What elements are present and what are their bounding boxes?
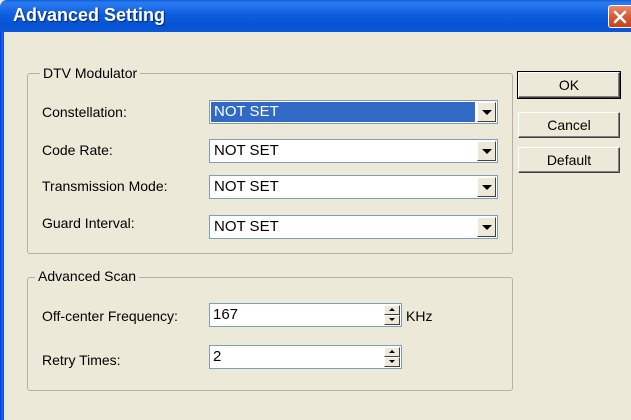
default-button[interactable]: Default bbox=[518, 147, 620, 173]
advanced-scan-legend: Advanced Scan bbox=[35, 268, 140, 284]
window-title: Advanced Setting bbox=[13, 5, 166, 25]
offcenter-frequency-spinner[interactable] bbox=[384, 305, 400, 325]
guard-interval-value: NOT SET bbox=[214, 218, 279, 235]
chevron-down-icon[interactable] bbox=[477, 102, 496, 122]
transmission-mode-label: Transmission Mode: bbox=[42, 178, 168, 194]
offcenter-frequency-unit: KHz bbox=[406, 308, 433, 324]
cancel-button[interactable]: Cancel bbox=[518, 112, 620, 138]
close-button[interactable] bbox=[608, 5, 631, 28]
offcenter-frequency-value: 167 bbox=[213, 306, 239, 323]
advanced-scan-group bbox=[27, 277, 513, 391]
chevron-down-icon[interactable] bbox=[477, 141, 496, 161]
spin-down-icon[interactable] bbox=[384, 357, 400, 367]
spin-up-icon[interactable] bbox=[384, 347, 400, 357]
spin-down-icon[interactable] bbox=[384, 315, 400, 325]
guard-interval-dropdown[interactable]: NOT SET bbox=[209, 215, 498, 239]
transmission-mode-dropdown[interactable]: NOT SET bbox=[209, 175, 498, 199]
constellation-dropdown[interactable]: NOT SET bbox=[209, 100, 498, 124]
dtv-modulator-legend: DTV Modulator bbox=[40, 65, 141, 81]
constellation-value: NOT SET bbox=[211, 102, 475, 122]
chevron-down-icon[interactable] bbox=[477, 177, 496, 197]
spin-up-icon[interactable] bbox=[384, 305, 400, 315]
retry-times-input[interactable]: 2 bbox=[209, 345, 402, 369]
title-bar[interactable]: Advanced Setting bbox=[0, 0, 631, 32]
constellation-label: Constellation: bbox=[42, 104, 127, 120]
ok-button[interactable]: OK bbox=[517, 71, 621, 99]
transmission-mode-value: NOT SET bbox=[214, 178, 279, 195]
code-rate-dropdown[interactable]: NOT SET bbox=[209, 139, 498, 163]
retry-times-label: Retry Times: bbox=[42, 352, 121, 368]
close-icon bbox=[613, 10, 627, 24]
offcenter-frequency-label: Off-center Frequency: bbox=[42, 308, 178, 324]
code-rate-value: NOT SET bbox=[214, 142, 279, 159]
guard-interval-label: Guard Interval: bbox=[42, 215, 135, 231]
offcenter-frequency-input[interactable]: 167 bbox=[209, 303, 402, 327]
window-frame-left bbox=[0, 32, 4, 420]
retry-times-spinner[interactable] bbox=[384, 347, 400, 367]
code-rate-label: Code Rate: bbox=[42, 142, 113, 158]
chevron-down-icon[interactable] bbox=[477, 217, 496, 237]
retry-times-value: 2 bbox=[213, 348, 222, 365]
